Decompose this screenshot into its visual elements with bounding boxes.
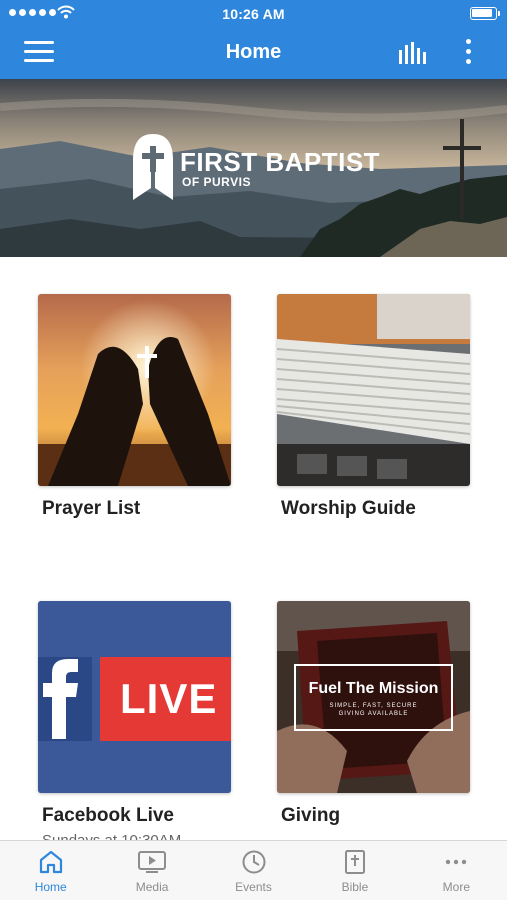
tab-bible[interactable]: Bible: [304, 841, 405, 900]
tab-bar: Home Media Events Bible More: [0, 840, 507, 900]
tab-label: More: [442, 880, 470, 894]
nav-bar: Home: [0, 26, 507, 79]
more-icon: [446, 859, 467, 865]
tile-label: Prayer List: [42, 498, 141, 519]
tile-worship-guide[interactable]: Worship Guide: [277, 294, 470, 520]
fuel-the-mission-caption: SIMPLE, FAST, SECURE: [329, 703, 418, 709]
tab-more[interactable]: More: [406, 841, 507, 900]
audio-equalizer-icon[interactable]: [398, 42, 430, 64]
tab-events[interactable]: Events: [203, 841, 304, 900]
status-bar: 10:26 AM: [0, 0, 507, 26]
tab-label: Media: [135, 880, 169, 894]
tab-home[interactable]: Home: [0, 841, 101, 900]
tile-prayer-list[interactable]: Prayer List: [38, 294, 231, 520]
media-icon: [138, 851, 167, 873]
tab-label: Bible: [341, 880, 369, 894]
tile-facebook-live[interactable]: LIVE Facebook Live Sundays at 10:30AM: [38, 601, 231, 849]
more-options-icon[interactable]: [460, 39, 476, 67]
fuel-the-mission-badge: Fuel The Mission SIMPLE, FAST, SECURE GI…: [294, 664, 453, 731]
church-logo-icon: [133, 134, 173, 200]
live-badge-text: LIVE: [120, 675, 218, 722]
tab-label: Events: [235, 880, 272, 894]
facebook-live-image: LIVE: [38, 601, 231, 793]
fuel-the-mission-title: Fuel The Mission: [308, 680, 439, 697]
church-logo-text: FIRST BAPTIST OF PURVIS: [180, 149, 380, 189]
status-time: 10:26 AM: [222, 6, 285, 22]
logo-subtitle: OF PURVIS: [182, 175, 251, 189]
giving-image: Fuel The Mission SIMPLE, FAST, SECURE GI…: [277, 601, 470, 793]
church-banner: FIRST BAPTIST OF PURVIS: [0, 79, 507, 257]
tab-media[interactable]: Media: [101, 841, 202, 900]
home-icon: [39, 850, 62, 874]
app-screen: 10:26 AM Home FIRST BAPTIST OF PURVIS Pr…: [0, 0, 507, 900]
battery-icon: [470, 7, 500, 20]
tile-label: Facebook Live: [42, 805, 174, 826]
tab-label: Home: [34, 880, 67, 894]
logo-title: FIRST BAPTIST: [180, 147, 381, 177]
clock-icon: [242, 850, 266, 874]
prayer-list-image: [38, 294, 231, 486]
page-title: Home: [225, 41, 282, 63]
worship-guide-image: [277, 294, 470, 486]
tile-label: Worship Guide: [281, 498, 416, 519]
tile-label: Giving: [281, 805, 341, 826]
tile-giving[interactable]: Fuel The Mission SIMPLE, FAST, SECURE GI…: [277, 601, 470, 827]
bible-icon: [344, 850, 365, 874]
fuel-the-mission-caption: GIVING AVAILABLE: [338, 711, 409, 717]
